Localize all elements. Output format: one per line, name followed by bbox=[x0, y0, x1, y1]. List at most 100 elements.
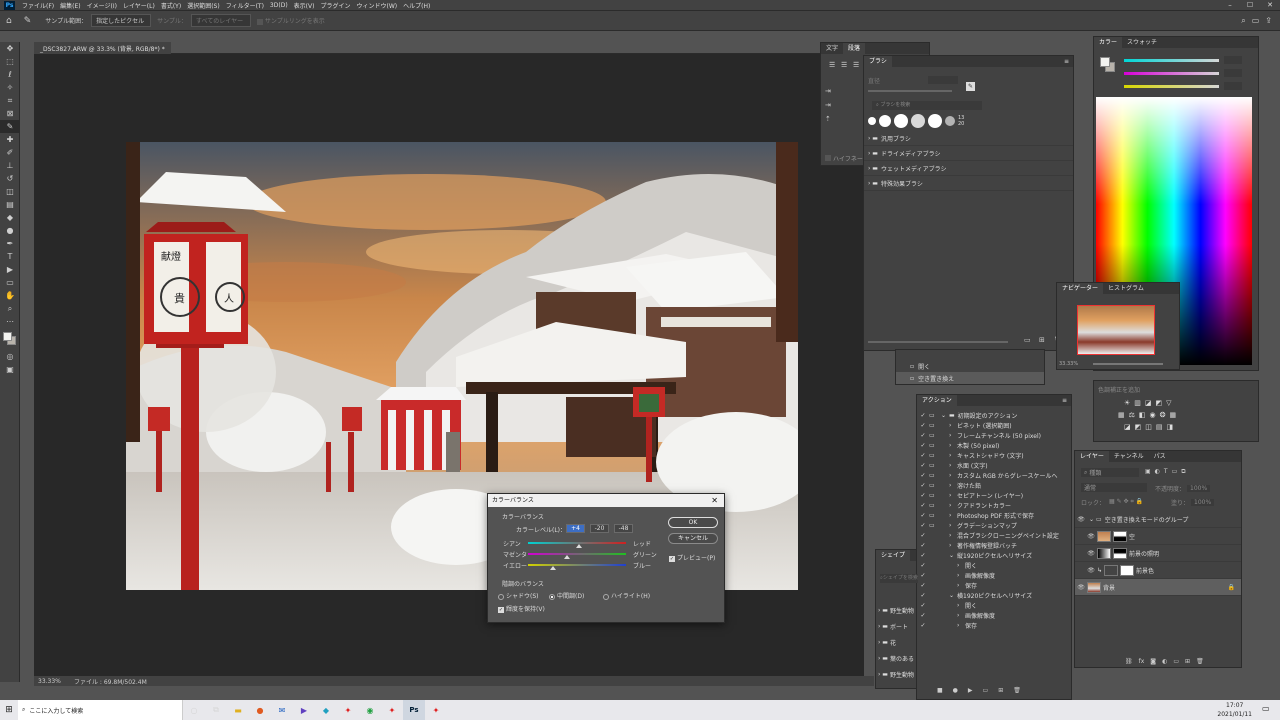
channel-mixer-icon[interactable]: ❂ bbox=[1160, 411, 1166, 419]
levels-icon[interactable]: ▥ bbox=[1134, 399, 1141, 407]
quick-select-tool-icon[interactable]: ✧ bbox=[0, 81, 20, 94]
filter-adjust-icon[interactable]: ◐ bbox=[1155, 468, 1160, 476]
expand-chevron-icon[interactable]: › bbox=[949, 462, 957, 469]
preview-checkbox[interactable]: ✓ プレビュー(P) bbox=[669, 553, 715, 562]
cyan-field[interactable] bbox=[1224, 56, 1242, 64]
expand-chevron-icon[interactable]: › bbox=[949, 522, 957, 529]
brush-group[interactable]: › ▬ ドライメディアブラシ bbox=[864, 146, 1073, 161]
action-item[interactable]: ✓ › 保存 bbox=[917, 580, 1071, 590]
show-ring-checkbox[interactable]: サンプルリングを表示 bbox=[256, 16, 325, 25]
photoshop-taskbar-icon[interactable]: Ps bbox=[403, 700, 425, 720]
indent-left-icon[interactable]: ⇥ bbox=[825, 87, 831, 95]
layer-row-background[interactable]: 👁 背景 🔒 bbox=[1075, 579, 1241, 596]
shape-group[interactable]: › ▬ 花 bbox=[876, 634, 918, 650]
expand-chevron-icon[interactable]: › bbox=[949, 502, 957, 509]
action-dialog-toggle-icon[interactable]: ▭ bbox=[929, 432, 941, 439]
layer-row-foreground-color[interactable]: 👁 ↳ 前景色 bbox=[1075, 562, 1241, 579]
eyedropper-tool-icon[interactable]: ✎ bbox=[0, 120, 20, 133]
shape-group[interactable]: › ▬ 野生動物 bbox=[876, 602, 918, 618]
search-icon[interactable]: ⌕ bbox=[1241, 16, 1245, 26]
link-icon[interactable]: ⛓ bbox=[1125, 658, 1133, 665]
action-item[interactable]: ✓ ▭ › セピアトーン (レイヤー) bbox=[917, 490, 1071, 500]
marquee-tool-icon[interactable]: ⬚ bbox=[0, 55, 20, 68]
curves-icon[interactable]: ◪ bbox=[1145, 399, 1152, 407]
hand-tool-icon[interactable]: ✋ bbox=[0, 289, 20, 302]
action-dialog-toggle-icon[interactable]: ▭ bbox=[929, 412, 941, 419]
close-icon[interactable]: ✕ bbox=[1260, 0, 1280, 11]
tab-paths[interactable]: パス bbox=[1149, 451, 1171, 462]
action-item[interactable]: ✓ › 混合ブラシクローニングペイント設定 bbox=[917, 530, 1071, 540]
menu-type[interactable]: 書式(Y) bbox=[158, 1, 184, 10]
notification-icon[interactable]: ▭ bbox=[1262, 704, 1270, 713]
navigator-zoom[interactable]: 33.33% bbox=[1059, 361, 1078, 367]
tab-swatches[interactable]: スウォッチ bbox=[1122, 37, 1162, 48]
action-item[interactable]: ✓ › 開く bbox=[917, 560, 1071, 570]
action-toggle-icon[interactable]: ✓ bbox=[917, 532, 929, 539]
midtones-radio-circle[interactable] bbox=[549, 593, 555, 600]
level-field-1[interactable]: +4 bbox=[566, 524, 585, 533]
expand-chevron-icon[interactable]: › bbox=[949, 492, 957, 499]
magenta-field[interactable] bbox=[1224, 69, 1242, 77]
visibility-eye-icon[interactable]: 👁 bbox=[1085, 550, 1097, 557]
yellow-blue-handle[interactable] bbox=[550, 566, 557, 570]
action-toggle-icon[interactable]: ✓ bbox=[917, 422, 929, 429]
color-balance-icon[interactable]: ⚖ bbox=[1129, 411, 1135, 419]
action-item[interactable]: ✓ ⌄ 横1920ピクセルへリサイズ bbox=[917, 590, 1071, 600]
expand-chevron-icon[interactable]: › bbox=[949, 512, 957, 519]
action-toggle-icon[interactable]: ✓ bbox=[917, 442, 929, 449]
action-toggle-icon[interactable]: ✓ bbox=[917, 622, 929, 629]
share-icon[interactable]: ⇪ bbox=[1265, 16, 1272, 25]
tab-channels[interactable]: チャンネル bbox=[1109, 451, 1149, 462]
menu-view[interactable]: 表示(V) bbox=[291, 1, 318, 10]
action-toggle-icon[interactable]: ✓ bbox=[917, 592, 929, 599]
action-toggle-icon[interactable]: ✓ bbox=[917, 602, 929, 609]
action-item[interactable]: ✓ › 保存 bbox=[917, 620, 1071, 630]
firefox-icon[interactable]: ● bbox=[249, 700, 271, 720]
fx-icon[interactable]: fx bbox=[1139, 658, 1145, 665]
action-toggle-icon[interactable]: ✓ bbox=[917, 552, 929, 559]
visibility-eye-icon[interactable]: 👁 bbox=[1085, 567, 1097, 574]
tab-shapes[interactable]: シェイプ bbox=[876, 550, 911, 561]
delete-action-icon[interactable]: 🗑 bbox=[1013, 687, 1021, 697]
new-action-icon[interactable]: ⊞ bbox=[998, 687, 1003, 697]
magenta-green-handle[interactable] bbox=[564, 555, 571, 559]
action-item[interactable]: ✓ ⌄ 縦1920ピクセルへリサイズ bbox=[917, 550, 1071, 560]
blur-tool-icon[interactable]: ◆ bbox=[0, 211, 20, 224]
color-swap-icon[interactable] bbox=[0, 328, 20, 350]
taskbar-search[interactable]: ⌕ ここに入力して検索 bbox=[18, 700, 183, 720]
expand-chevron-icon[interactable]: › bbox=[949, 472, 957, 479]
tab-histogram[interactable]: ヒストグラム bbox=[1103, 283, 1149, 294]
file-explorer-icon[interactable]: ▬ bbox=[227, 700, 249, 720]
menu-select[interactable]: 選択範囲(S) bbox=[184, 1, 223, 10]
expand-chevron-icon[interactable]: › bbox=[949, 532, 957, 539]
more-tools-icon[interactable]: ⋯ bbox=[0, 315, 20, 328]
tab-navigator[interactable]: ナビゲーター bbox=[1057, 283, 1104, 294]
highlights-radio[interactable]: ハイライト(H) bbox=[603, 591, 650, 600]
screen-mode-icon[interactable]: ▣ bbox=[0, 363, 20, 376]
shapes-search-input[interactable]: ⌕シェイプを検索 bbox=[880, 574, 918, 583]
tab-actions[interactable]: アクション bbox=[917, 395, 957, 406]
minimize-icon[interactable]: – bbox=[1220, 0, 1240, 11]
brush-size-slider[interactable] bbox=[868, 90, 952, 92]
menu-edit[interactable]: 編集(E) bbox=[57, 1, 83, 10]
brush-group[interactable]: › ▬ ウェットメディアブラシ bbox=[864, 161, 1073, 176]
brush-preview-slider[interactable] bbox=[868, 341, 1008, 343]
recent-brush-6[interactable] bbox=[945, 116, 955, 126]
expand-chevron-icon[interactable]: ⌄ bbox=[949, 552, 957, 559]
app-icon-4[interactable]: ✦ bbox=[425, 700, 447, 720]
expand-chevron-icon[interactable]: › bbox=[949, 482, 957, 489]
action-toggle-icon[interactable]: ✓ bbox=[917, 542, 929, 549]
record-icon[interactable]: ● bbox=[953, 687, 958, 697]
filter-type-icon[interactable]: T bbox=[1164, 468, 1168, 476]
eyedropper-icon[interactable]: ✎ bbox=[24, 16, 32, 26]
recent-brush-5[interactable] bbox=[928, 114, 942, 128]
menu-window[interactable]: ウィンドウ(W) bbox=[353, 1, 400, 10]
foreground-color-swatch[interactable] bbox=[3, 332, 12, 341]
menu-help[interactable]: ヘルプ(H) bbox=[400, 1, 433, 10]
level-field-3[interactable]: -48 bbox=[614, 524, 633, 533]
action-dialog-toggle-icon[interactable]: ▭ bbox=[929, 442, 941, 449]
action-dialog-toggle-icon[interactable]: ▭ bbox=[929, 502, 941, 509]
shape-group[interactable]: › ▬ 野生動物 bbox=[876, 666, 918, 682]
action-item[interactable]: ✓ ▭ › フレームチャンネル (50 pixel) bbox=[917, 430, 1071, 440]
magenta-green-slider[interactable] bbox=[528, 553, 626, 555]
